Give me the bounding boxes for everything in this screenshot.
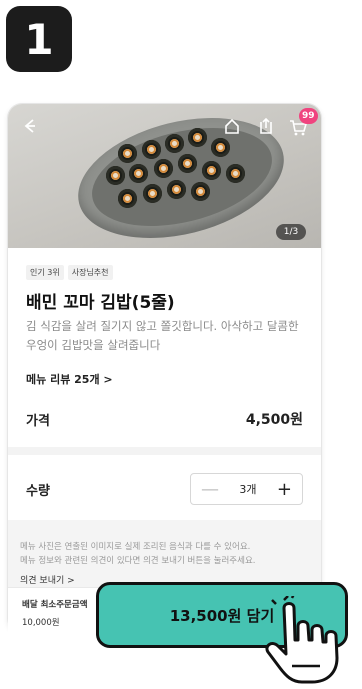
price-row: 가격 4,500원 (26, 409, 303, 429)
home-icon[interactable] (224, 112, 240, 149)
cart-count-badge: 99 (299, 108, 318, 124)
product-badges: 인기 3위 사장님추천 (26, 265, 113, 280)
notice-line: 메뉴 사진은 연출된 이미지로 실제 조리된 음식과 다를 수 있어요. (20, 542, 251, 552)
kimbap-roll (191, 182, 210, 201)
product-description: 김 식감을 살려 질기지 않고 쫄깃합니다. 아삭하고 달콤한 우엉이 김밥맛을… (26, 319, 299, 352)
section-divider (8, 447, 321, 455)
kimbap-roll (142, 140, 161, 159)
quantity-stepper: — 3개 + (190, 473, 303, 505)
quantity-row: 수량 — 3개 + (26, 473, 303, 505)
price-value: 4,500원 (245, 412, 303, 428)
badge-owner-pick: 사장님추천 (67, 265, 113, 280)
product-title: 배민 꼬마 김밥(5줄) (26, 293, 175, 313)
step-number: 1 (24, 14, 54, 64)
step-number-badge: 1 (6, 6, 72, 72)
kimbap-roll (143, 184, 162, 203)
notice-line: 메뉴 정보와 관련된 의견이 있다면 의견 보내기 버튼을 눌러주세요. (20, 556, 256, 566)
kimbap-roll (226, 164, 245, 183)
kimbap-roll (178, 154, 197, 173)
badge-popular: 인기 3위 (26, 265, 64, 280)
kimbap-roll (106, 166, 125, 185)
price-label: 가격 (26, 413, 50, 429)
menu-review-link[interactable]: 메뉴 리뷰 25개 > (26, 371, 113, 387)
product-image[interactable]: 99 1/3 (8, 104, 321, 258)
kimbap-roll (167, 180, 186, 199)
back-arrow-icon[interactable] (22, 112, 36, 149)
kimbap-roll (129, 164, 148, 183)
quantity-label: 수량 (26, 483, 50, 499)
kimbap-roll (202, 161, 221, 180)
image-pager: 1/3 (276, 224, 306, 240)
plus-button[interactable]: + (277, 479, 292, 500)
kimbap-roll (154, 159, 173, 178)
send-feedback-link[interactable]: 의견 보내기 > (20, 573, 75, 586)
kimbap-roll (118, 189, 137, 208)
top-icon-bar (8, 112, 321, 140)
min-order-value: 10,000원 (22, 618, 60, 628)
kimbap-roll (118, 144, 137, 163)
min-order-label: 배달 최소주문금액 (22, 600, 88, 610)
app-screen: 99 1/3 인기 3위 사장님추천 배민 꼬마 김밥(5줄) 김 식감을 살려… (8, 104, 321, 632)
quantity-value: 3개 (239, 483, 257, 496)
add-to-cart-label: 13,500원 담기 (169, 606, 275, 625)
minus-button[interactable]: — (201, 479, 219, 500)
pointing-hand-icon (265, 596, 339, 684)
share-icon[interactable] (258, 112, 274, 149)
